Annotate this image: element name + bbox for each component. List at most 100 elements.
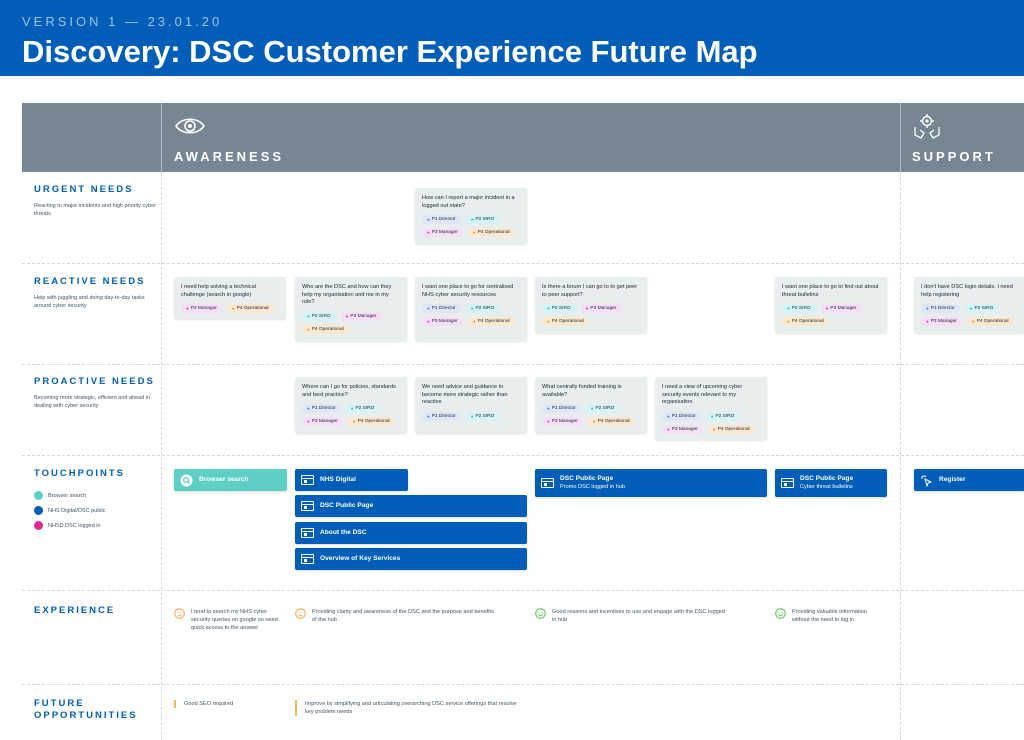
need-card[interactable]: What centrally funded training is availa… [535,377,647,433]
need-question: Is there a forum I can go to to get peer… [542,284,638,298]
persona-tag: ● P4 Operational [467,228,515,237]
touchpoint-label: Overview of Key Services [320,555,401,563]
need-question: I want one place to go to find out about… [782,284,879,298]
row-title: REACTIVE NEEDS [34,276,146,287]
touchpoint-browser-search[interactable]: Browser search [174,469,287,491]
touchpoint-dsc-public-page[interactable]: DSC Public Page [295,495,527,517]
need-card[interactable]: We need advice and guidance to become mo… [415,377,527,433]
need-question: I don't have DSC login details. I need h… [921,284,1013,298]
need-card[interactable]: How can I report a major incident in a l… [415,188,527,244]
experience-item: Providing valuable information without t… [775,608,875,624]
experience-text: Providing clarity and awareness of the D… [312,609,494,623]
legend-item: NHS Digital/DSC public [34,503,105,518]
touchpoint-text: DSC Public Page Cyber threat bulletins [800,475,853,491]
persona-tag: ● P4 Operational [542,317,589,326]
touchpoint-overview-key-services[interactable]: Overview of Key Services [295,548,527,570]
touchpoint-sublabel: Cyber threat bulletins [800,483,853,490]
page-header: VERSION 1 — 23.01.20 Discovery: DSC Cust… [0,0,1024,76]
grid-divider [22,590,1024,591]
touchpoint-dsc-public-page-promo[interactable]: DSC Public Page Promo DSC logged in hub [535,469,767,497]
legend-label: NHS Digital/DSC public [48,507,106,514]
webpage-icon [301,475,314,485]
touchpoint-register[interactable]: Register [914,469,1024,491]
persona-tag: ● P4 Operational [587,417,635,426]
persona-tag: ● P3 Manager [580,304,622,313]
legend-item: NHSD DSC logged in [34,518,105,533]
need-card[interactable]: Where can I go for policies, standards a… [295,377,407,433]
legend-dot [34,521,43,530]
persona-tag: ● P1 Director [542,404,581,413]
experience-text: I tend to search my NHS cyber security q… [191,609,278,631]
touchpoint-label: DSC Public Page [320,502,374,510]
row-description: Reacting to major incidents and high pri… [34,203,156,217]
persona-tag: ● P2 SIRO [542,304,576,313]
need-question: We need advice and guidance to become mo… [422,384,508,405]
persona-tag: ● P1 Director [422,215,461,224]
version-label: VERSION 1 — 23.01.20 [22,14,223,29]
row-title: URGENT NEEDS [34,184,134,195]
row-description: Becoming more strategic, efficient and a… [34,395,151,409]
phase-label: SUPPORT [912,149,996,164]
search-icon [180,474,193,486]
touchpoint-label: Browser search [199,476,249,484]
row-title: TOUCHPOINTS [34,468,125,479]
need-card[interactable]: I want one place to go for centralised N… [415,277,527,341]
need-card[interactable]: Who are the DSC and how can they help my… [295,277,407,341]
happy-face-icon [775,608,786,619]
persona-tag: ● P3 Manager [542,417,583,426]
grid-divider [22,263,1024,264]
phase-bar: AWARENESS SUPPORT [22,103,1024,172]
touchpoint-label: DSC Public Page [560,475,614,482]
legend-item: Browser search [34,488,105,503]
need-card[interactable]: I need a view of upcoming cyber security… [655,377,767,440]
persona-tag: ● P4 Operational [226,304,274,313]
phase-divider [161,103,162,172]
persona-tag: ● P2 SIRO [705,411,740,421]
touchpoint-label: NHS Digital [320,476,356,484]
need-card[interactable]: I don't have DSC login details. I need h… [914,277,1024,333]
row-experience: EXPERIENCE [34,605,159,617]
legend-label: NHSD DSC logged in [48,522,101,529]
row-description: Help with juggling and doing day-to-day … [34,295,145,309]
row-proactive-needs: PROACTIVE NEEDS Becoming more strategic,… [34,376,159,410]
persona-tag: ● P3 Manager [181,304,222,313]
row-urgent-needs: URGENT NEEDS Reacting to major incidents… [34,184,159,218]
experience-item: Good reasons and incentives to use and e… [535,608,725,624]
need-question: I need help solving a technical challeng… [181,284,256,298]
need-card[interactable]: Is there a forum I can go to to get peer… [535,277,647,333]
persona-tag: ● P1 Director [422,304,461,313]
row-title: EXPERIENCE [34,605,116,616]
persona-tag: ● P2 SIRO [465,304,500,313]
touchpoint-label: DSC Public Page [800,475,854,482]
legend-dot [34,506,43,515]
touchpoint-nhs-digital[interactable]: NHS Digital [295,469,408,491]
need-question: I want one place to go for centralised N… [422,284,514,298]
cursor-click-icon [921,474,933,487]
persona-tag: ● P3 Manager [820,304,862,313]
phase-support: SUPPORT [912,113,996,164]
persona-tag: ● P4 Operational [966,317,1014,326]
persona-tag: ● P4 Operational [347,417,395,426]
phase-label: AWARENESS [174,149,285,164]
persona-tag: ● P2 SIRO [465,411,500,421]
persona-tag: ● P2 SIRO [302,311,336,321]
persona-tag: ● P2 SIRO [465,215,500,224]
eye-icon [175,118,205,134]
touchpoint-label: About the DSC [320,529,367,537]
need-question: Who are the DSC and how can they help my… [302,284,392,305]
touchpoint-dsc-public-page-cyber[interactable]: DSC Public Page Cyber threat bulletins [775,469,887,497]
persona-tag: ● P4 Operational [467,317,515,326]
need-question: I need a view of upcoming cyber security… [662,384,743,405]
experience-text: Good reasons and incentives to use and e… [552,609,725,623]
persona-tag: ● P4 Operational [782,317,829,326]
persona-tag: ● P3 Manager [921,317,962,326]
persona-tag: ● P2 SIRO [585,404,620,413]
need-card[interactable]: I need help solving a technical challeng… [174,277,286,319]
touchpoint-about-dsc[interactable]: About the DSC [295,522,527,544]
need-card[interactable]: I want one place to go to find out about… [775,277,887,333]
page-title: Discovery: DSC Customer Experience Futur… [22,34,758,69]
neutral-face-icon [174,608,185,619]
touchpoint-legend: Browser search NHS Digital/DSC public NH… [34,488,105,533]
touchpoint-label: Register [939,476,966,484]
experience-item: I tend to search my NHS cyber security q… [174,608,286,632]
